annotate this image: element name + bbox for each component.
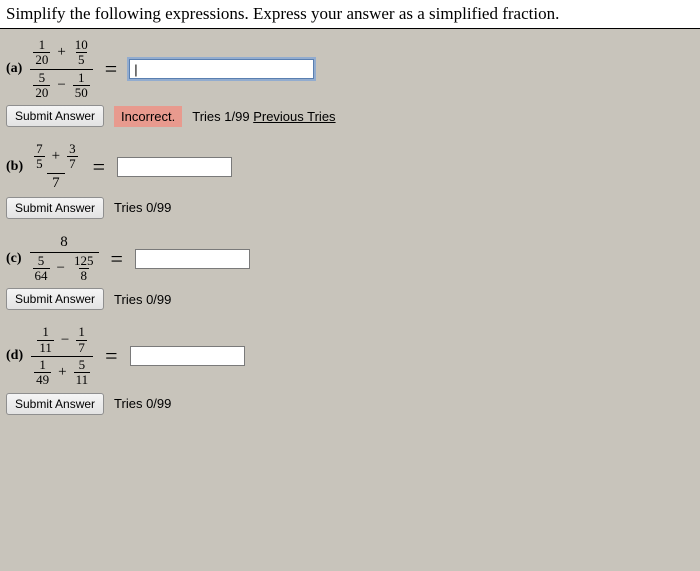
- frac-den: 20: [33, 52, 50, 67]
- frac-num: 1: [37, 358, 48, 372]
- problem-a: (a) 120 + 105 520 − 150 =: [6, 37, 694, 127]
- problem-d-label: (d): [6, 348, 23, 364]
- minus-op: −: [55, 260, 67, 277]
- problem-c: (c) 8 564 − 1258 = Submit Answer Tries 0…: [6, 233, 694, 311]
- frac-den: 64: [33, 268, 50, 283]
- problem-a-status-incorrect: Incorrect.: [114, 106, 182, 127]
- frac-den: 20: [33, 85, 50, 100]
- frac-den: 49: [34, 372, 51, 387]
- problem-b-tries: Tries 0/99: [114, 200, 171, 215]
- problem-c-label: (c): [6, 251, 22, 267]
- problem-b-answer-input[interactable]: [117, 157, 232, 177]
- frac-den: 7: [67, 156, 78, 171]
- problem-a-expression: 120 + 105 520 − 150: [30, 37, 92, 101]
- frac-num: 5: [37, 71, 48, 85]
- frac-num: 1: [76, 325, 87, 339]
- problem-d-tries: Tries 0/99: [114, 396, 171, 411]
- problem-a-tries: Tries 1/99 Previous Tries: [192, 109, 335, 124]
- frac-den: 8: [79, 268, 90, 283]
- frac-num: 3: [67, 142, 78, 156]
- problem-c-expression: 8 564 − 1258: [30, 233, 99, 285]
- problem-b-expression: 75 + 37 7: [31, 141, 80, 193]
- problem-b-submit-button[interactable]: Submit Answer: [6, 197, 104, 219]
- problem-d: (d) 111 − 17 149 + 511 =: [6, 324, 694, 414]
- equals-sign: =: [111, 246, 123, 272]
- problem-b-label: (b): [6, 159, 23, 175]
- equals-sign: =: [105, 343, 117, 369]
- problem-c-submit-button[interactable]: Submit Answer: [6, 288, 104, 310]
- problem-c-tries: Tries 0/99: [114, 292, 171, 307]
- problem-d-submit-button[interactable]: Submit Answer: [6, 393, 104, 415]
- tries-text: Tries 1/99: [192, 109, 249, 124]
- frac-num: 1: [40, 325, 51, 339]
- frac-den: 11: [74, 372, 91, 387]
- frac-num: 1: [37, 38, 48, 52]
- frac-num: 125: [72, 254, 96, 268]
- problem-d-answer-input[interactable]: [130, 346, 245, 366]
- plus-op: +: [55, 44, 67, 61]
- frac-den: 7: [76, 340, 87, 355]
- problems-container: (a) 120 + 105 520 − 150 =: [0, 29, 700, 437]
- equals-sign: =: [93, 154, 105, 180]
- frac-num: 5: [77, 358, 88, 372]
- denominator-value: 7: [50, 175, 62, 192]
- problem-a-previous-tries-link[interactable]: Previous Tries: [253, 109, 335, 124]
- frac-num: 5: [36, 254, 47, 268]
- plus-op: +: [50, 148, 62, 165]
- plus-op: +: [56, 364, 68, 381]
- problem-d-expression: 111 − 17 149 + 511: [31, 324, 93, 388]
- frac-num: 1: [76, 71, 87, 85]
- minus-op: −: [55, 77, 67, 94]
- frac-den: 11: [37, 340, 54, 355]
- frac-den: 5: [76, 52, 87, 67]
- minus-op: −: [59, 332, 71, 349]
- numerator-value: 8: [58, 234, 70, 251]
- problem-a-submit-button[interactable]: Submit Answer: [6, 105, 104, 127]
- problem-a-answer-input[interactable]: [129, 59, 314, 79]
- frac-den: 50: [73, 85, 90, 100]
- frac-den: 5: [34, 156, 45, 171]
- frac-num: 10: [73, 38, 90, 52]
- problem-a-label: (a): [6, 61, 22, 77]
- equals-sign: =: [105, 56, 117, 82]
- problem-c-answer-input[interactable]: [135, 249, 250, 269]
- page-instructions: Simplify the following expressions. Expr…: [0, 0, 700, 29]
- problem-b: (b) 75 + 37 7 = Submit Answer Tries 0/99: [6, 141, 694, 219]
- frac-num: 7: [34, 142, 45, 156]
